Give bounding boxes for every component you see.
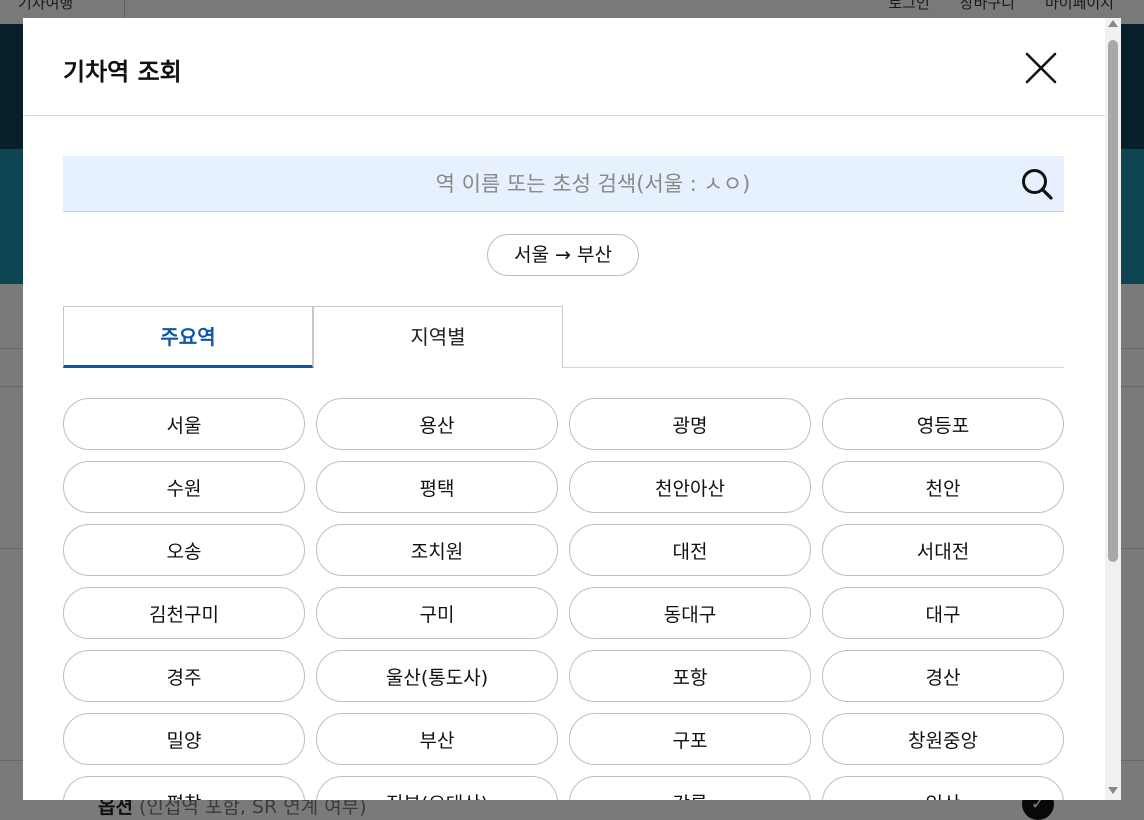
station-button[interactable]: 영등포: [822, 398, 1064, 450]
station-button[interactable]: 천안아산: [569, 461, 811, 513]
station-button[interactable]: 포항: [569, 650, 811, 702]
modal-title: 기차역 조회: [63, 58, 182, 86]
station-button[interactable]: 부산: [316, 713, 558, 765]
station-button[interactable]: 구미: [316, 587, 558, 639]
station-search-modal: 기차역 조회 서울 → 부산 주요역 지역별 서울 용산 광명 영등포 수원 평…: [23, 18, 1121, 800]
search-button[interactable]: [1019, 166, 1055, 202]
station-button[interactable]: 조치원: [316, 524, 558, 576]
station-button[interactable]: 울산(통도사): [316, 650, 558, 702]
scroll-up-arrow-icon[interactable]: [1108, 20, 1118, 27]
modal-scrollbar[interactable]: [1105, 18, 1121, 800]
station-button[interactable]: 구포: [569, 713, 811, 765]
station-button[interactable]: 오송: [63, 524, 305, 576]
station-tabs: 주요역 지역별: [63, 306, 1064, 368]
station-button[interactable]: 밀양: [63, 713, 305, 765]
scroll-thumb[interactable]: [1108, 40, 1118, 562]
recent-route-chip[interactable]: 서울 → 부산: [487, 234, 639, 276]
modal-header: 기차역 조회: [23, 18, 1105, 116]
station-button[interactable]: 광명: [569, 398, 811, 450]
station-button[interactable]: 동대구: [569, 587, 811, 639]
station-button[interactable]: 강릉: [569, 776, 811, 800]
station-button[interactable]: 익산: [822, 776, 1064, 800]
station-button[interactable]: 대구: [822, 587, 1064, 639]
station-button[interactable]: 진부(오대산): [316, 776, 558, 800]
tab-major-stations[interactable]: 주요역: [63, 306, 313, 368]
station-search-input[interactable]: [63, 156, 1003, 211]
station-button[interactable]: 천안: [822, 461, 1064, 513]
scroll-down-arrow-icon[interactable]: [1108, 787, 1118, 794]
station-button[interactable]: 김천구미: [63, 587, 305, 639]
station-button[interactable]: 서울: [63, 398, 305, 450]
station-button[interactable]: 수원: [63, 461, 305, 513]
close-button[interactable]: [1019, 46, 1063, 90]
station-button[interactable]: 경산: [822, 650, 1064, 702]
station-grid: 서울 용산 광명 영등포 수원 평택 천안아산 천안 오송 조치원 대전 서대전…: [63, 398, 1064, 800]
station-button[interactable]: 경주: [63, 650, 305, 702]
station-button[interactable]: 대전: [569, 524, 811, 576]
station-search-box: [63, 156, 1064, 212]
station-button[interactable]: 창원중앙: [822, 713, 1064, 765]
station-button[interactable]: 평택: [316, 461, 558, 513]
tab-by-region[interactable]: 지역별: [313, 306, 563, 368]
station-button[interactable]: 용산: [316, 398, 558, 450]
close-icon: [1025, 52, 1057, 84]
search-icon: [1022, 169, 1053, 200]
station-button[interactable]: 서대전: [822, 524, 1064, 576]
station-button[interactable]: 평창: [63, 776, 305, 800]
